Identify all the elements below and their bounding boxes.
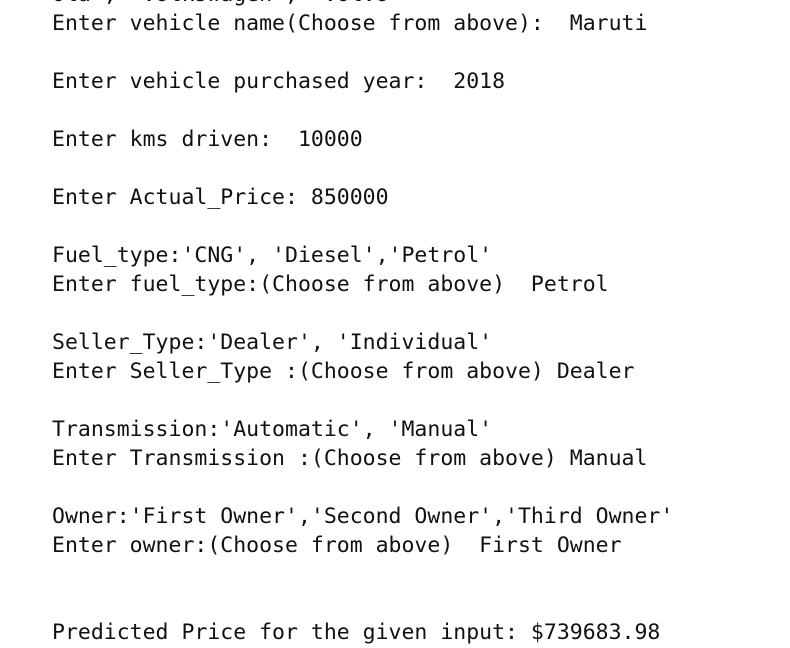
output-line-owner-entry: Enter owner:(Choose from above) First Ow… <box>52 533 622 558</box>
output-line-vehicle-name: Enter vehicle name(Choose from above): M… <box>52 11 648 36</box>
output-line-kms-driven: Enter kms driven: 10000 <box>52 127 363 152</box>
console-output: Ola', 'Volkswagen', 'Volvo' Enter vehicl… <box>52 0 772 647</box>
output-line-seller-type-options: Seller_Type:'Dealer', 'Individual' <box>52 330 493 355</box>
output-line-purchased-year: Enter vehicle purchased year: 2018 <box>52 69 506 94</box>
output-line-seller-type-entry: Enter Seller_Type :(Choose from above) D… <box>52 359 635 384</box>
output-line-predicted-price: Predicted Price for the given input: $73… <box>52 620 661 645</box>
output-line-brand-list-partial: Ola', 'Volkswagen', 'Volvo' <box>52 0 772 9</box>
output-line-transmission-options: Transmission:'Automatic', 'Manual' <box>52 417 493 442</box>
output-line-fuel-type-options: Fuel_type:'CNG', 'Diesel','Petrol' <box>52 243 493 268</box>
output-line-owner-options: Owner:'First Owner','Second Owner','Thir… <box>52 504 674 529</box>
output-line-transmission-entry: Enter Transmission :(Choose from above) … <box>52 446 648 471</box>
output-line-actual-price: Enter Actual_Price: 850000 <box>52 185 389 210</box>
output-line-fuel-type-entry: Enter fuel_type:(Choose from above) Petr… <box>52 272 609 297</box>
